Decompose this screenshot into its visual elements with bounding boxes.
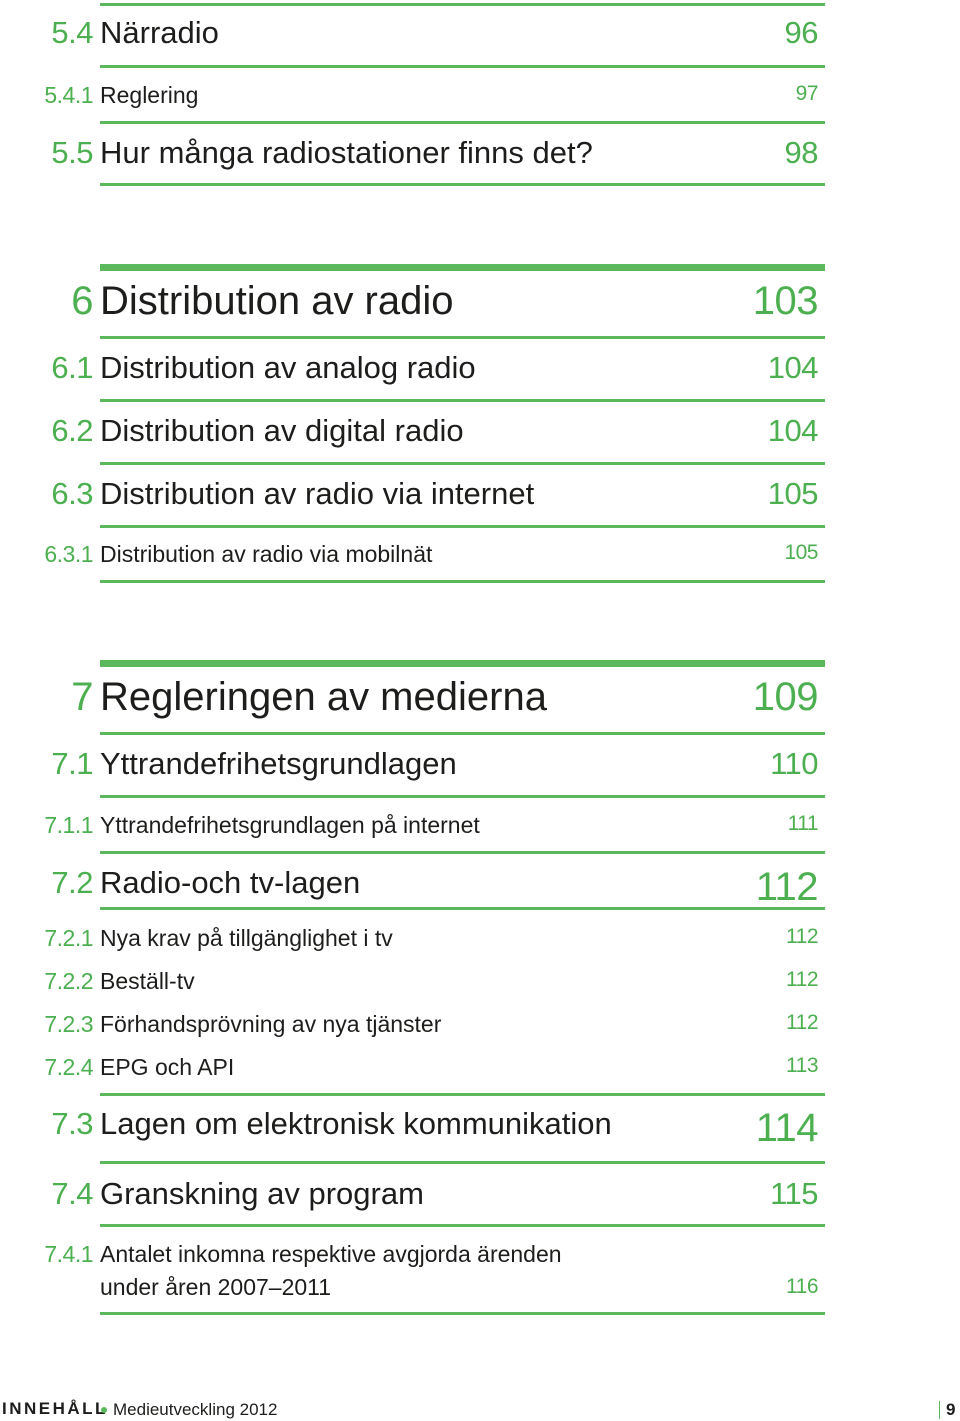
section-number: 7.1.1	[44, 812, 93, 838]
section-label: INNEHÅLL	[2, 1399, 108, 1418]
section-title: Beställ-tv	[100, 968, 195, 994]
divider	[100, 525, 825, 528]
section-number: 6.3.1	[44, 541, 93, 567]
section-number: 6.2	[51, 413, 93, 448]
divider	[100, 580, 825, 583]
section-title: Distribution av digital radio	[100, 413, 464, 448]
section-title: Hur många radiostationer finns det?	[100, 135, 593, 170]
page-number: 104	[767, 350, 819, 385]
publication-title: Medieutveckling 2012	[113, 1400, 278, 1419]
section-title: Distribution av radio via mobilnät	[100, 541, 433, 567]
bullet-dot-icon	[101, 1407, 107, 1413]
divider	[100, 1312, 825, 1315]
section-number: 7.3	[51, 1106, 93, 1141]
section-number: 6.3	[51, 476, 93, 511]
section-number: 5.4.1	[44, 82, 93, 108]
page-number: 104	[767, 413, 819, 448]
page-number: 103	[752, 279, 819, 323]
divider	[100, 795, 825, 798]
section-title: Granskning av program	[100, 1176, 424, 1211]
chapter-number: 7	[71, 675, 93, 719]
divider	[100, 907, 825, 910]
section-title: Distribution av analog radio	[100, 350, 476, 385]
chapter-divider	[100, 660, 825, 667]
page-number: 114	[755, 1106, 819, 1150]
folio-page-number: 9	[946, 1400, 956, 1419]
page-number: 112	[786, 968, 818, 991]
page-number: 98	[784, 135, 819, 170]
divider	[100, 399, 825, 402]
section-number: 7.2	[51, 865, 93, 900]
divider	[100, 1093, 825, 1096]
page-number: 110	[770, 746, 818, 781]
section-number: 7.2.1	[44, 925, 93, 951]
section-number: 7.1	[51, 746, 93, 781]
page-number: 112	[786, 1011, 818, 1034]
page-number: 112	[755, 865, 819, 909]
page-number: 96	[784, 15, 819, 50]
chapter-number: 6	[71, 279, 93, 323]
section-title: Förhandsprövning av nya tjänster	[100, 1011, 442, 1037]
page-footer: INNEHÅLL Medieutveckling 2012 9	[0, 1399, 960, 1421]
chapter-divider	[100, 264, 825, 271]
section-number: 7.4.1	[44, 1241, 93, 1267]
section-title-line-1: Antalet inkomna respektive avgjorda ären…	[100, 1241, 562, 1267]
page-number: 115	[770, 1176, 818, 1211]
chapter-title: Distribution av radio	[100, 279, 454, 323]
divider	[100, 3, 825, 6]
section-number: 7.4	[51, 1176, 93, 1211]
page-number: 112	[786, 925, 818, 948]
section-title: Yttrandefrihetsgrundlagen på internet	[100, 812, 480, 838]
divider	[100, 121, 825, 124]
divider	[100, 1224, 825, 1227]
section-number: 6.1	[51, 350, 93, 385]
divider	[100, 1161, 825, 1164]
section-title: Reglering	[100, 82, 199, 108]
divider	[100, 183, 825, 186]
section-title: Yttrandefrihetsgrundlagen	[100, 746, 457, 781]
divider	[100, 462, 825, 465]
section-number: 7.2.4	[44, 1054, 93, 1080]
page-number: 105	[767, 476, 819, 511]
section-title: Närradio	[100, 15, 219, 50]
section-title-line-2: under åren 2007–2011	[100, 1274, 332, 1300]
page-number: 105	[784, 541, 818, 564]
page-number: 111	[787, 812, 819, 835]
page-number: 116	[786, 1275, 818, 1298]
page-number-divider	[939, 1401, 940, 1419]
section-title: Nya krav på tillgänglighet i tv	[100, 925, 393, 951]
page-number: 109	[752, 675, 819, 719]
divider	[100, 732, 825, 735]
section-title: Lagen om elektronisk kommunikation	[100, 1106, 612, 1141]
page-number: 97	[795, 82, 819, 105]
section-title: EPG och API	[100, 1054, 235, 1080]
chapter-title: Regleringen av medierna	[100, 675, 547, 719]
section-title: Distribution av radio via internet	[100, 476, 535, 511]
section-number: 5.4	[51, 15, 93, 50]
divider	[100, 336, 825, 339]
divider	[100, 851, 825, 854]
section-title: Radio-och tv-lagen	[100, 865, 361, 900]
divider	[100, 65, 825, 68]
section-number: 7.2.3	[44, 1011, 93, 1037]
section-number: 5.5	[51, 135, 93, 170]
section-number: 7.2.2	[44, 968, 93, 994]
page-number: 113	[786, 1054, 818, 1077]
